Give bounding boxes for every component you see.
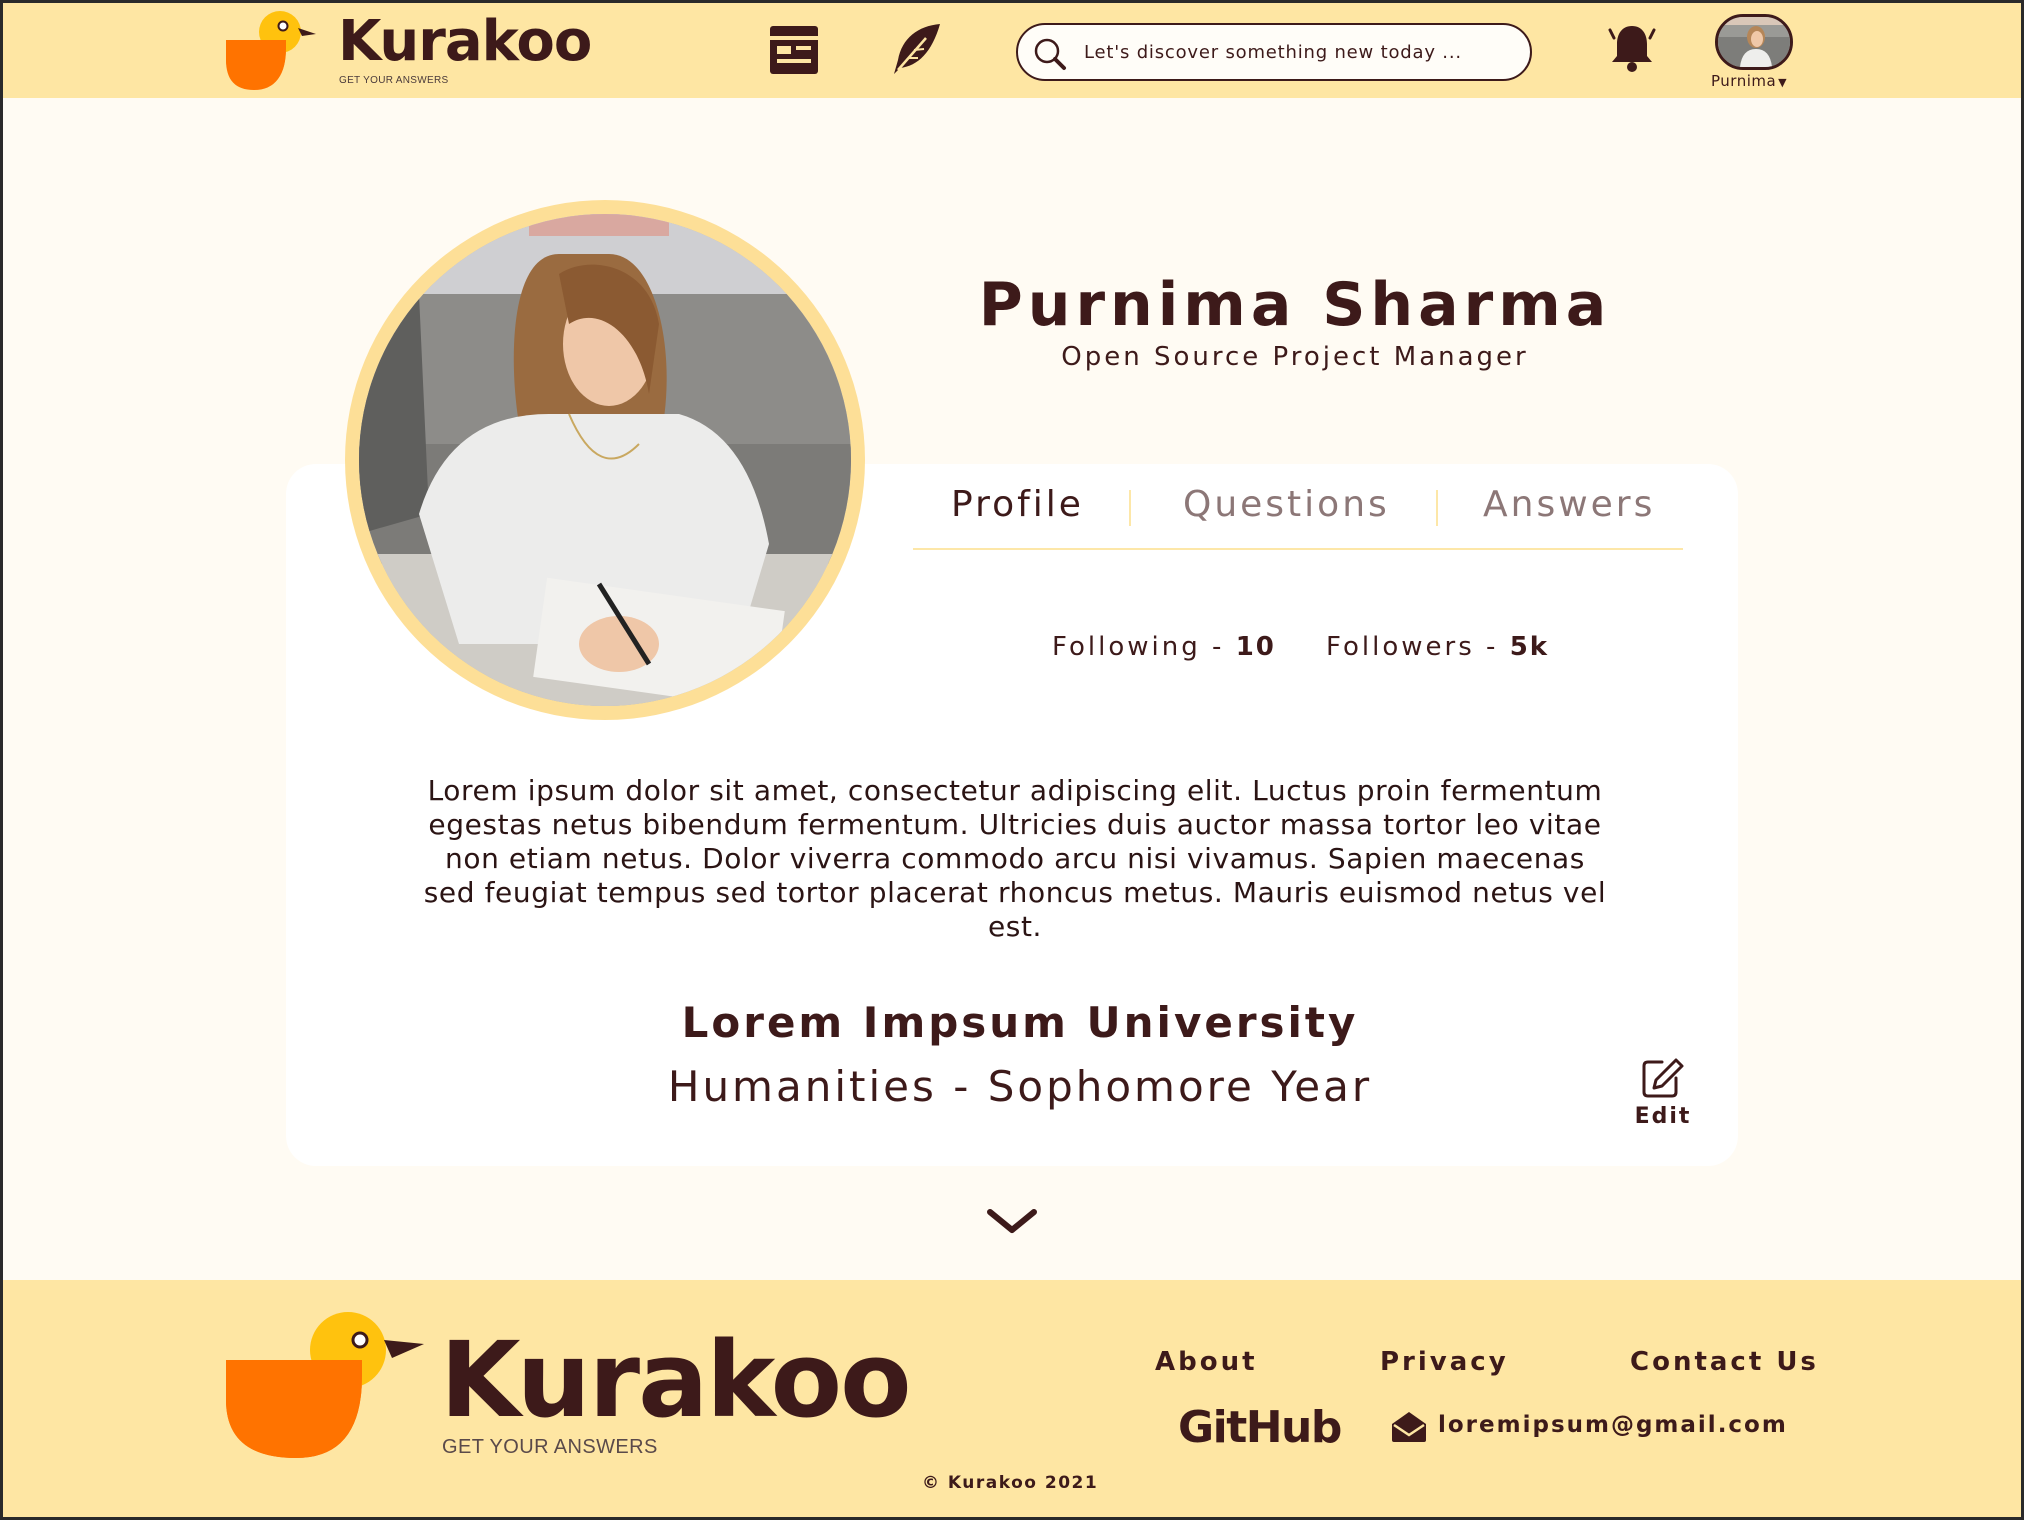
search-bar[interactable] [1016,23,1532,81]
followers-label: Followers [1326,632,1475,662]
email-link[interactable]: loremipsum@gmail.com [1438,1412,1788,1438]
tab-divider [1129,490,1131,526]
feed-icon[interactable] [768,24,820,76]
caret-down-icon: ▼ [1778,76,1788,89]
major-year: Humanities - Sophomore Year [667,1062,1373,1111]
bell-icon[interactable] [1604,20,1660,76]
tab-questions[interactable]: Questions [1183,484,1390,525]
edit-icon [1642,1058,1684,1098]
edit-label: Edit [1634,1104,1692,1129]
footer-link-privacy[interactable]: Privacy [1380,1347,1509,1377]
footer-brand-tagline: GET YOUR ANSWERS [442,1436,658,1458]
search-input[interactable] [1084,37,1504,67]
following-label: Following [1052,632,1201,662]
footer-brand-name[interactable]: Kurakoo [440,1328,912,1432]
kurakoo-logo-icon[interactable] [224,10,334,90]
tab-divider [1436,490,1438,526]
brand-tagline: GET YOUR ANSWERS [339,75,449,86]
github-link[interactable]: GitHub [1178,1402,1342,1453]
footer-link-about[interactable]: About [1155,1347,1258,1377]
tab-answers[interactable]: Answers [1483,484,1655,525]
user-menu[interactable]: Purnima ▼ [1711,72,1787,90]
tab-profile[interactable]: Profile [951,484,1084,525]
copyright: © Kurakoo 2021 [922,1473,1099,1493]
edit-button[interactable]: Edit [1632,1056,1694,1129]
mail-icon [1392,1412,1426,1442]
university-name: Lorem Impsum University [681,998,1359,1047]
kurakoo-logo-icon[interactable] [224,1310,424,1460]
avatar-photo [1718,17,1790,67]
quill-icon[interactable] [888,22,942,78]
following-count: 10 [1235,632,1276,662]
profile-role: Open Source Project Manager [1061,342,1529,372]
profile-photo [359,214,851,706]
following-stat[interactable]: Following - 10 [1052,632,1276,662]
user-name: Purnima [1711,72,1777,90]
top-navbar: Kurakoo GET YOUR ANSWERS Let's discover … [0,0,2024,98]
followers-count: 5k [1509,632,1550,662]
brand-name[interactable]: Kurakoo [338,14,592,70]
followers-stat[interactable]: Followers - 5k [1326,632,1549,662]
search-icon[interactable] [1033,37,1067,71]
profile-name: Purnima Sharma [978,270,1612,340]
footer-link-contact[interactable]: Contact Us [1630,1347,1819,1377]
profile-tabs: Profile Questions Answers [913,478,1683,550]
avatar[interactable] [1715,14,1793,70]
profile-bio: Lorem ipsum dolor sit amet, consectetur … [423,774,1607,943]
chevron-down-icon[interactable] [986,1206,1038,1236]
